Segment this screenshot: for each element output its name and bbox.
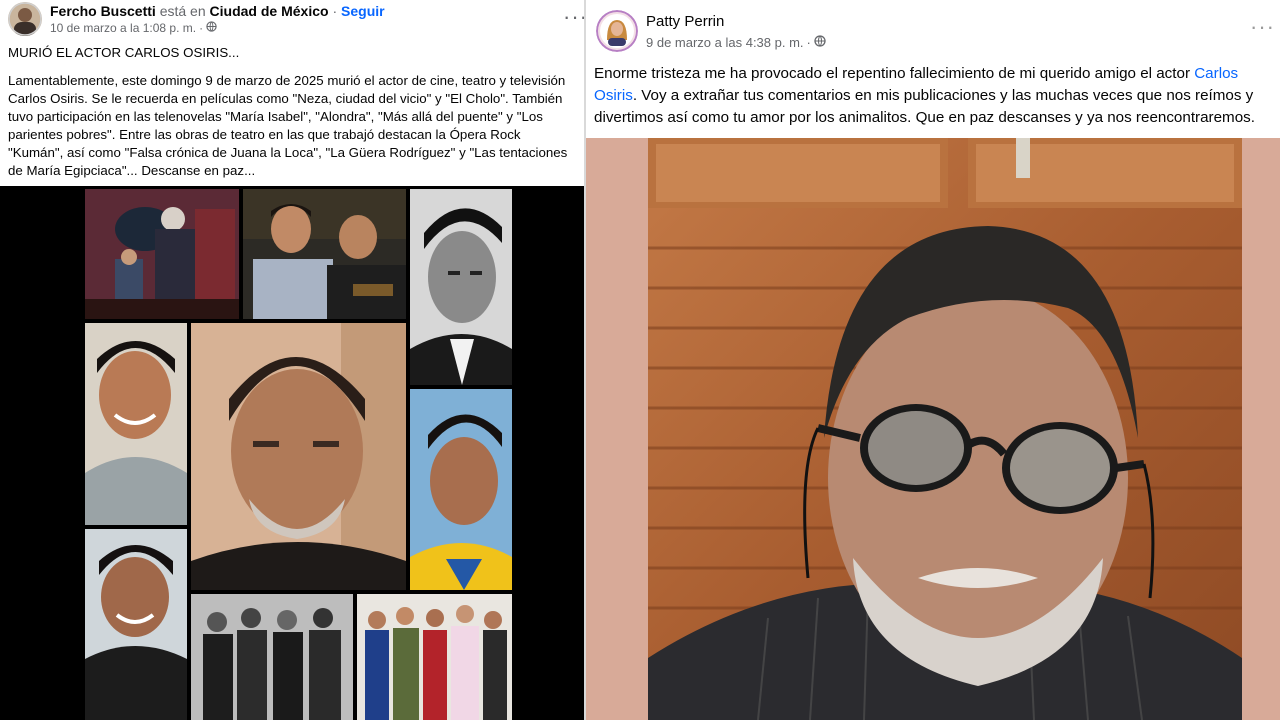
globe-icon bbox=[206, 20, 217, 36]
author-name[interactable]: Fercho Buscetti bbox=[50, 3, 156, 19]
is-at-text: está en bbox=[159, 3, 206, 19]
author-name[interactable]: Patty Perrin bbox=[646, 13, 724, 30]
post-headline: MURIÓ EL ACTOR CARLOS OSIRIS... bbox=[8, 45, 240, 60]
post-header: Patty Perrin 9 de marzo a las 4:38 p. m.… bbox=[596, 10, 826, 52]
post-text-end: . Voy a extrañar tus comentarios en mis … bbox=[594, 87, 1255, 126]
collage-photo-two-men[interactable] bbox=[243, 189, 406, 319]
collage-photo-main-portrait[interactable] bbox=[191, 323, 406, 590]
collage-photo-bw-cast[interactable] bbox=[191, 594, 353, 720]
post-body: MURIÓ EL ACTOR CARLOS OSIRIS... Lamentab… bbox=[8, 44, 576, 190]
follow-button[interactable]: Seguir bbox=[341, 3, 385, 19]
post-body: Enorme tristeza me ha provocado el repen… bbox=[594, 63, 1278, 129]
collage-photo-costumed-cast[interactable] bbox=[357, 594, 512, 720]
left-post: Fercho Buscetti está en Ciudad de México… bbox=[0, 0, 584, 720]
post-timestamp[interactable]: 10 de marzo a la 1:08 p. m. bbox=[50, 20, 196, 36]
author-avatar[interactable] bbox=[8, 2, 42, 36]
right-post: Patty Perrin 9 de marzo a las 4:38 p. m.… bbox=[584, 0, 1280, 720]
location-link[interactable]: Ciudad de México bbox=[210, 3, 329, 19]
globe-icon bbox=[814, 34, 826, 52]
post-photo-frame bbox=[586, 138, 1280, 720]
collage-photo-young-man[interactable] bbox=[410, 389, 512, 590]
more-options-icon[interactable]: ··· bbox=[1250, 16, 1275, 38]
separator: · bbox=[806, 35, 811, 50]
separator: · bbox=[199, 21, 204, 35]
separator: · bbox=[332, 3, 338, 19]
collage-photo-smiling-man[interactable] bbox=[85, 323, 187, 525]
post-text: Lamentablemente, este domingo 9 de marzo… bbox=[8, 73, 568, 178]
collage-photo-bw-portrait[interactable] bbox=[410, 189, 512, 385]
post-text-start: Enorme tristeza me ha provocado el repen… bbox=[594, 65, 1195, 82]
collage-photo-man-necklace[interactable] bbox=[85, 529, 187, 720]
photo-collage[interactable] bbox=[0, 186, 584, 720]
author-avatar[interactable] bbox=[596, 10, 638, 52]
post-timestamp[interactable]: 9 de marzo a las 4:38 p. m. bbox=[646, 34, 804, 52]
more-options-icon[interactable]: ··· bbox=[563, 6, 584, 28]
collage-photo-stage[interactable] bbox=[85, 189, 239, 319]
post-photo[interactable] bbox=[648, 138, 1242, 720]
post-header: Fercho Buscetti está en Ciudad de México… bbox=[8, 2, 385, 36]
